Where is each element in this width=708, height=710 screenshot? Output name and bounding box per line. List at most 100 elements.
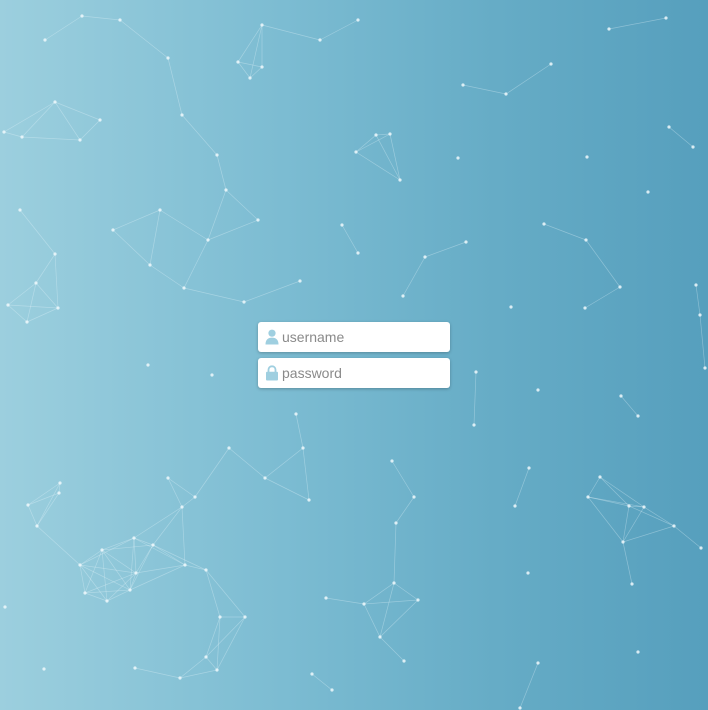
network-link	[543, 223, 587, 241]
network-link	[608, 17, 667, 30]
network-link	[27, 492, 60, 506]
network-link	[355, 133, 391, 153]
network-node	[636, 650, 640, 654]
network-node	[388, 132, 392, 136]
network-node	[218, 615, 222, 619]
network-node	[263, 476, 267, 480]
network-link	[129, 544, 154, 591]
network-link	[54, 101, 101, 121]
username-field[interactable]	[258, 322, 450, 352]
network-link	[167, 477, 183, 508]
network-node	[53, 100, 57, 104]
network-link	[462, 84, 507, 95]
network-node	[464, 240, 468, 244]
network-link	[119, 19, 169, 59]
network-node	[324, 596, 328, 600]
network-link	[152, 544, 186, 566]
network-node	[619, 394, 623, 398]
network-link	[101, 549, 108, 602]
network-node	[178, 676, 182, 680]
network-link	[183, 239, 209, 289]
network-link	[35, 282, 59, 309]
network-node	[206, 238, 210, 242]
network-node	[509, 305, 513, 309]
network-link	[36, 482, 61, 527]
network-node	[461, 83, 465, 87]
network-node	[474, 370, 478, 374]
network-link	[133, 506, 183, 539]
network-node	[456, 156, 460, 160]
network-link	[261, 24, 321, 41]
network-link	[79, 564, 86, 594]
network-node	[180, 113, 184, 117]
network-link	[355, 151, 401, 181]
network-node	[2, 130, 6, 134]
network-link	[302, 447, 310, 501]
network-node	[236, 60, 240, 64]
network-node	[401, 294, 405, 298]
network-node	[607, 27, 611, 31]
network-link	[311, 673, 333, 691]
network-link	[26, 307, 59, 323]
network-node	[224, 188, 228, 192]
network-node	[703, 366, 707, 370]
network-node	[215, 153, 219, 157]
network-node	[694, 283, 698, 287]
network-node	[536, 388, 540, 392]
network-link	[341, 224, 359, 254]
login-form	[258, 322, 450, 394]
network-node	[43, 38, 47, 42]
network-node	[318, 38, 322, 42]
lock-icon	[266, 365, 278, 381]
network-node	[374, 133, 378, 137]
network-node	[132, 536, 136, 540]
network-node	[204, 568, 208, 572]
network-link	[207, 219, 259, 241]
network-node	[504, 92, 508, 96]
network-link	[622, 541, 633, 585]
network-node	[242, 300, 246, 304]
network-link	[79, 537, 135, 566]
network-link	[424, 241, 467, 258]
network-node	[646, 190, 650, 194]
network-node	[151, 543, 155, 547]
network-link	[135, 564, 186, 574]
network-node	[148, 263, 152, 267]
network-node	[416, 598, 420, 602]
network-node	[354, 150, 358, 154]
username-input[interactable]	[282, 322, 444, 352]
network-node	[340, 223, 344, 227]
network-link	[264, 447, 304, 479]
network-link	[27, 504, 38, 527]
network-node	[118, 18, 122, 22]
network-node	[18, 208, 22, 212]
network-link	[379, 599, 419, 638]
network-node	[390, 459, 394, 463]
network-node	[57, 491, 61, 495]
network-link	[389, 133, 401, 181]
network-node	[301, 446, 305, 450]
password-input[interactable]	[282, 358, 444, 388]
network-link	[473, 371, 477, 426]
network-node	[25, 320, 29, 324]
network-node	[310, 672, 314, 676]
network-link	[514, 467, 530, 507]
network-link	[599, 476, 645, 508]
network-link	[112, 229, 151, 266]
network-link	[181, 506, 186, 566]
network-node	[598, 475, 602, 479]
network-link	[668, 126, 694, 148]
network-node	[166, 476, 170, 480]
network-node	[227, 446, 231, 450]
network-link	[225, 189, 259, 221]
network-link	[228, 447, 266, 479]
network-node	[256, 218, 260, 222]
network-link	[355, 134, 377, 153]
network-link	[628, 505, 675, 527]
password-field[interactable]	[258, 358, 450, 388]
network-node	[105, 599, 109, 603]
network-node	[243, 615, 247, 619]
network-node	[664, 16, 668, 20]
network-node	[330, 688, 334, 692]
network-link	[216, 616, 246, 671]
